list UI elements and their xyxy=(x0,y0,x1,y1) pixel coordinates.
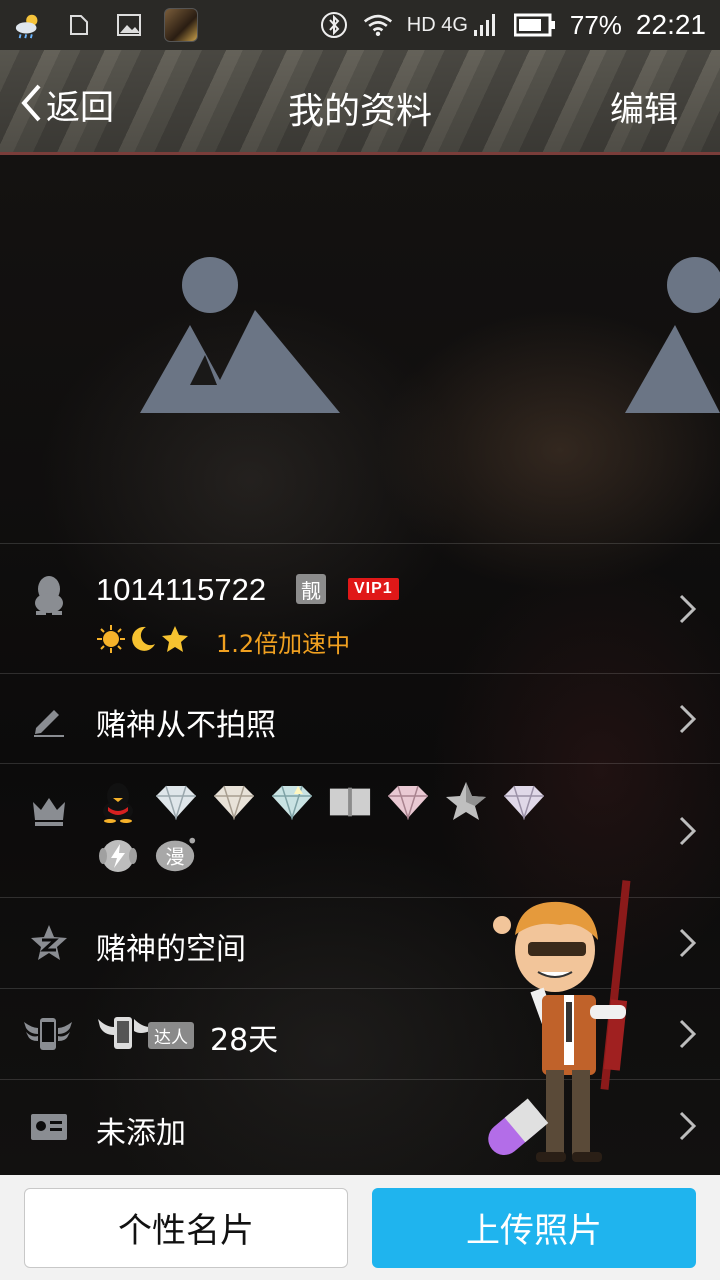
cover-photo-area[interactable] xyxy=(0,160,720,500)
daren-label: 达人 xyxy=(148,1021,194,1049)
weather-icon xyxy=(14,10,44,40)
cartoon-character-pendant[interactable] xyxy=(480,880,640,1170)
sun-icon xyxy=(96,624,126,658)
notification-icon xyxy=(64,10,94,40)
chevron-right-icon xyxy=(678,1018,698,1050)
speed-status: 1.2倍加速中 xyxy=(216,630,351,658)
badge-list: 漫 xyxy=(96,780,566,876)
online-days: 28天 xyxy=(210,1023,279,1058)
upload-photo-button[interactable]: 上传照片 xyxy=(372,1187,696,1268)
battery-icon xyxy=(513,10,556,40)
game-app-icon xyxy=(164,8,198,42)
signal-icon xyxy=(470,10,500,40)
clock: 22:21 xyxy=(635,9,706,40)
signature-text: 赌神从不拍照 xyxy=(96,708,276,743)
chevron-right-icon xyxy=(678,593,698,625)
diamond-badge-icon xyxy=(270,780,314,824)
chevron-right-icon xyxy=(678,815,698,847)
winged-phone-icon xyxy=(22,1013,74,1055)
profile-row[interactable]: 1014115722 靓 VIP1 1.2倍加速中 xyxy=(0,543,720,673)
manga-badge-icon: 漫 xyxy=(154,832,198,876)
qq-penguin-badge-icon xyxy=(96,780,140,824)
network-type-label: HD 4G xyxy=(406,13,468,36)
crown-icon xyxy=(28,790,70,832)
title-bar: 返回 我的资料 编辑 xyxy=(0,50,720,155)
qq-penguin-icon xyxy=(28,574,70,616)
wifi-icon xyxy=(363,10,393,40)
diamond-badge-icon xyxy=(502,780,546,824)
mobile-daren-badge: 达人 xyxy=(96,1013,194,1057)
diamond-badge-icon xyxy=(386,780,430,824)
star-badge-icon xyxy=(444,780,488,824)
personal-card-button[interactable]: 个性名片 xyxy=(24,1187,348,1268)
badges-row[interactable]: 漫 xyxy=(0,763,720,897)
qq-number: 1014115722 xyxy=(96,572,267,607)
moon-icon xyxy=(128,624,158,658)
bluetooth-icon xyxy=(319,10,349,40)
winged-phone-badge-icon xyxy=(96,1013,152,1057)
id-card-icon xyxy=(28,1106,70,1148)
edit-button[interactable]: 编辑 xyxy=(610,82,678,131)
book-badge-icon xyxy=(328,780,372,824)
bottom-action-bar: 个性名片 上传照片 xyxy=(0,1175,720,1280)
status-bar: HD 4G 77% 22:21 xyxy=(0,0,720,50)
gallery-icon xyxy=(114,10,144,40)
star-icon xyxy=(160,624,190,658)
svg-text:漫: 漫 xyxy=(165,846,184,869)
signature-row[interactable]: 赌神从不拍照 xyxy=(0,673,720,763)
level-icons xyxy=(96,624,190,658)
pencil-icon xyxy=(28,698,70,740)
vip-badge: VIP1 xyxy=(348,578,399,600)
battery-percent: 77% xyxy=(569,9,622,40)
qzone-label: 赌神的空间 xyxy=(96,932,246,967)
chevron-right-icon xyxy=(678,927,698,959)
image-placeholder-icon xyxy=(135,255,345,419)
diamond-badge-icon xyxy=(154,780,198,824)
liang-badge: 靓 xyxy=(296,574,326,604)
chevron-right-icon xyxy=(678,1110,698,1142)
business-card-label: 未添加 xyxy=(96,1116,186,1151)
qzone-icon xyxy=(28,922,70,964)
chevron-right-icon xyxy=(678,703,698,735)
image-placeholder-icon xyxy=(620,255,720,419)
lightning-badge-icon xyxy=(96,832,140,876)
diamond-badge-icon xyxy=(212,780,256,824)
